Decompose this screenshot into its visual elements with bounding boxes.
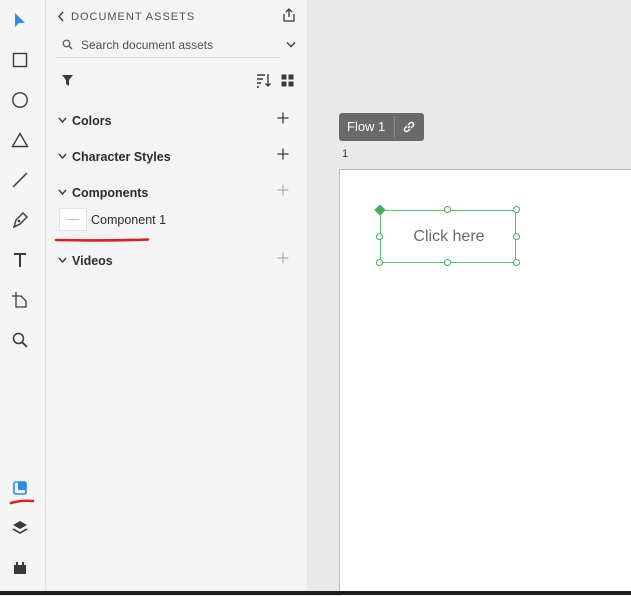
select-icon — [15, 13, 25, 27]
search-underline — [56, 57, 280, 58]
back-chevron-icon[interactable] — [57, 11, 65, 22]
flow-label: Flow 1 — [347, 119, 386, 134]
zoom-tool[interactable] — [8, 328, 32, 352]
component-label: Component 1 — [91, 213, 167, 227]
pen-tool[interactable] — [8, 208, 32, 232]
artboard-tool[interactable] — [8, 288, 32, 312]
section-videos[interactable]: Videos — [72, 254, 113, 268]
ellipse-icon — [12, 92, 28, 108]
section-character-styles[interactable]: Character Styles — [72, 150, 171, 164]
filter-icon[interactable] — [61, 74, 74, 87]
assets-panel — [46, 0, 308, 595]
component-thumbnail — [59, 208, 87, 231]
layers-tab[interactable] — [8, 516, 32, 540]
selection-handle[interactable] — [513, 206, 520, 213]
assets-tab[interactable] — [8, 476, 32, 500]
select-tool[interactable] — [8, 8, 32, 32]
annotation-underline — [54, 238, 150, 242]
section-colors[interactable]: Colors — [72, 114, 112, 128]
artboard-icon — [12, 292, 27, 308]
ellipse-tool[interactable] — [8, 88, 32, 112]
line-icon — [12, 172, 28, 188]
pen-icon — [12, 212, 28, 229]
add-component-icon[interactable] — [277, 184, 289, 196]
sort-icon[interactable] — [256, 73, 272, 88]
polygon-tool[interactable] — [8, 128, 32, 152]
component-instance[interactable]: Click here — [380, 210, 516, 263]
search-input[interactable]: Search document assets — [81, 38, 213, 52]
assets-icon — [13, 481, 27, 495]
layers-icon — [12, 521, 28, 534]
grid-view-icon[interactable] — [281, 74, 294, 87]
zoom-icon — [12, 332, 28, 348]
text-icon — [14, 253, 26, 267]
chevron-down-icon[interactable] — [58, 152, 67, 161]
selection-handle[interactable] — [513, 259, 520, 266]
flow-badge[interactable]: Flow 1 — [339, 113, 424, 141]
search-icon — [62, 39, 73, 50]
tool-bar — [0, 0, 46, 595]
link-icon[interactable] — [402, 120, 416, 134]
line-tool[interactable] — [8, 168, 32, 192]
annotation-underline — [9, 499, 35, 505]
artboard-number: 1 — [342, 148, 349, 160]
selection-handle[interactable] — [376, 233, 383, 240]
selection-handle[interactable] — [376, 259, 383, 266]
share-icon[interactable] — [281, 7, 297, 23]
add-color-icon[interactable] — [277, 112, 289, 124]
window-bottom-edge — [0, 591, 631, 595]
selection-handle[interactable] — [444, 206, 451, 213]
rectangle-icon — [12, 52, 28, 68]
add-video-icon[interactable] — [277, 252, 289, 264]
selection-handle[interactable] — [513, 233, 520, 240]
add-character-style-icon[interactable] — [277, 148, 289, 160]
chevron-down-icon[interactable] — [58, 188, 67, 197]
chevron-down-icon[interactable] — [58, 256, 67, 265]
flow-divider — [394, 116, 395, 138]
selection-handle[interactable] — [444, 259, 451, 266]
text-tool[interactable] — [8, 248, 32, 272]
plugins-icon — [14, 562, 26, 574]
chevron-down-icon[interactable] — [58, 116, 67, 125]
plugins-tab[interactable] — [8, 556, 32, 580]
polygon-icon — [11, 132, 29, 148]
rectangle-tool[interactable] — [8, 48, 32, 72]
section-components[interactable]: Components — [72, 186, 148, 200]
chevron-down-icon[interactable] — [286, 41, 296, 49]
panel-title: DOCUMENT ASSETS — [71, 11, 196, 23]
component-instance-text: Click here — [413, 228, 485, 245]
